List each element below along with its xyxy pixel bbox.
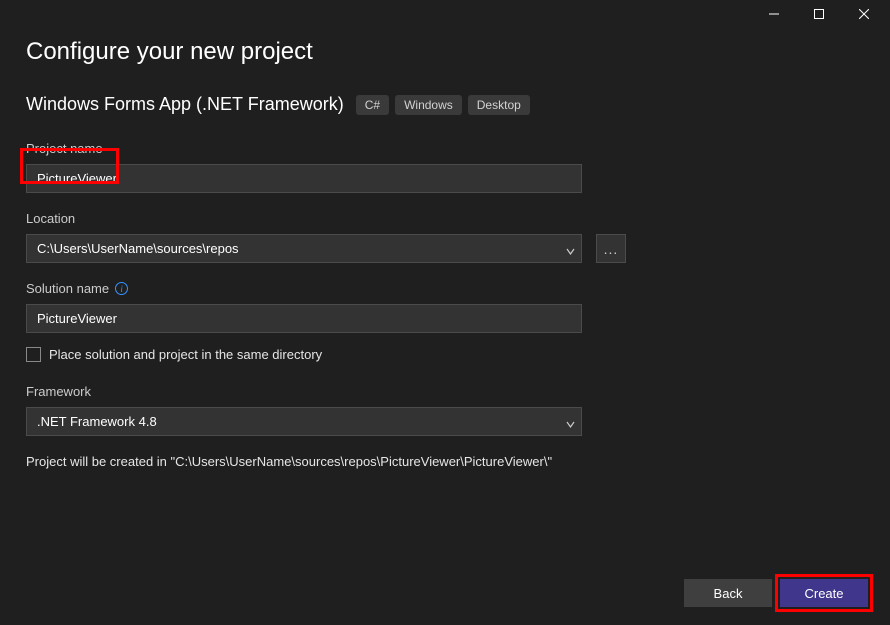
framework-value: .NET Framework 4.8 xyxy=(37,414,157,429)
same-directory-checkbox[interactable] xyxy=(26,347,41,362)
template-name: Windows Forms App (.NET Framework) xyxy=(26,94,344,115)
solution-name-field: Solution name i xyxy=(26,281,864,333)
same-directory-row[interactable]: Place solution and project in the same d… xyxy=(26,347,864,362)
chevron-down-icon xyxy=(566,244,575,253)
tag-csharp: C# xyxy=(356,95,389,115)
maximize-button[interactable] xyxy=(796,0,841,28)
tag-windows: Windows xyxy=(395,95,462,115)
framework-field: Framework .NET Framework 4.8 xyxy=(26,384,864,436)
browse-button[interactable]: ... xyxy=(596,234,626,263)
minimize-icon xyxy=(769,9,779,19)
back-button[interactable]: Back xyxy=(684,579,772,607)
project-name-label: Project name xyxy=(26,141,864,156)
content-area: Configure your new project Windows Forms… xyxy=(0,28,890,469)
create-button[interactable]: Create xyxy=(780,579,868,607)
minimize-button[interactable] xyxy=(751,0,796,28)
location-label: Location xyxy=(26,211,864,226)
close-button[interactable] xyxy=(841,0,886,28)
solution-name-label-text: Solution name xyxy=(26,281,109,296)
location-value: C:\Users\UserName\sources\repos xyxy=(37,241,239,256)
titlebar xyxy=(0,0,890,28)
project-name-input[interactable] xyxy=(26,164,582,193)
page-title: Configure your new project xyxy=(26,38,864,66)
framework-label: Framework xyxy=(26,384,864,399)
same-directory-label: Place solution and project in the same d… xyxy=(49,347,322,362)
maximize-icon xyxy=(814,9,824,19)
solution-name-input[interactable] xyxy=(26,304,582,333)
location-select[interactable]: C:\Users\UserName\sources\repos xyxy=(26,234,582,263)
info-icon[interactable]: i xyxy=(115,282,128,295)
footer-buttons: Back Create xyxy=(684,579,868,607)
project-name-field: Project name xyxy=(26,141,864,193)
project-path-status: Project will be created in "C:\Users\Use… xyxy=(26,454,864,469)
close-icon xyxy=(859,9,869,19)
tags-container: C# Windows Desktop xyxy=(356,95,530,115)
framework-select[interactable]: .NET Framework 4.8 xyxy=(26,407,582,436)
solution-name-label: Solution name i xyxy=(26,281,864,296)
template-header: Windows Forms App (.NET Framework) C# Wi… xyxy=(26,94,864,115)
chevron-down-icon xyxy=(566,417,575,426)
location-field: Location C:\Users\UserName\sources\repos… xyxy=(26,211,864,263)
tag-desktop: Desktop xyxy=(468,95,530,115)
